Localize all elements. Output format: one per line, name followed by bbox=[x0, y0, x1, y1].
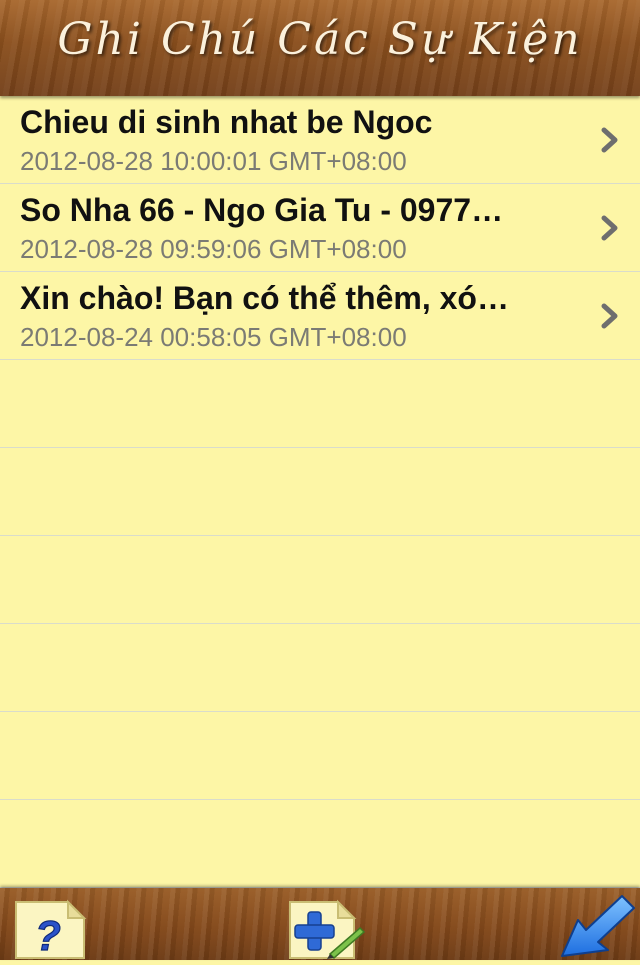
event-row[interactable]: Xin chào! Bạn có thể thêm, xó… 2012-08-2… bbox=[0, 272, 640, 360]
event-title: Chieu di sinh nhat be Ngoc bbox=[20, 104, 433, 140]
chevron-right-icon bbox=[601, 127, 618, 153]
event-row[interactable]: Chieu di sinh nhat be Ngoc 2012-08-28 10… bbox=[0, 96, 640, 184]
add-note-icon bbox=[289, 899, 366, 960]
back-arrow-icon bbox=[561, 895, 635, 957]
help-button[interactable]: ? bbox=[12, 888, 88, 960]
svg-text:?: ? bbox=[35, 912, 61, 959]
event-row[interactable]: So Nha 66 - Ngo Gia Tu - 0977… 2012-08-2… bbox=[0, 184, 640, 272]
page-title: Ghi Chú Các Sự Kiện bbox=[57, 14, 583, 65]
back-button[interactable] bbox=[558, 888, 638, 960]
event-date: 2012-08-28 09:59:06 GMT+08:00 bbox=[20, 234, 407, 264]
event-title: Xin chào! Bạn có thể thêm, xó… bbox=[20, 280, 509, 316]
chevron-right-icon bbox=[601, 215, 618, 241]
event-date: 2012-08-28 10:00:01 GMT+08:00 bbox=[20, 146, 407, 176]
header-bar: Ghi Chú Các Sự Kiện bbox=[0, 0, 640, 96]
event-date: 2012-08-24 00:58:05 GMT+08:00 bbox=[20, 322, 407, 352]
event-list: Chieu di sinh nhat be Ngoc 2012-08-28 10… bbox=[0, 96, 640, 888]
add-event-button[interactable] bbox=[286, 888, 368, 960]
help-note-icon: ? bbox=[15, 899, 87, 960]
bottom-toolbar: ? bbox=[0, 888, 640, 960]
event-title: So Nha 66 - Ngo Gia Tu - 0977… bbox=[20, 192, 504, 228]
chevron-right-icon bbox=[601, 303, 618, 329]
